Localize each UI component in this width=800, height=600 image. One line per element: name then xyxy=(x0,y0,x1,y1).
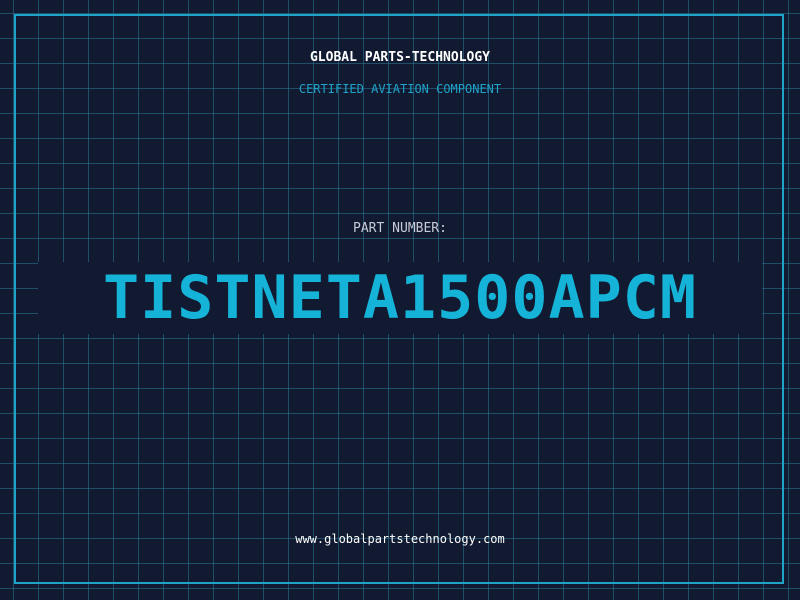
part-number-label: PART NUMBER: xyxy=(353,221,447,236)
part-number-value: TISTNETA1500APCM xyxy=(103,263,697,333)
company-name: GLOBAL PARTS-TECHNOLOGY xyxy=(309,50,490,65)
certification-subtitle: CERTIFIED AVIATION COMPONENT xyxy=(298,82,502,96)
website-url: www.globalpartstechnology.com xyxy=(295,532,505,546)
